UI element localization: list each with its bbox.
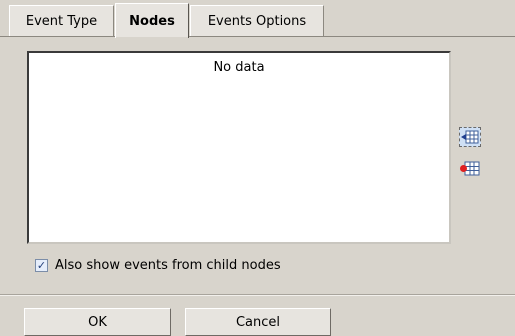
child-nodes-label: Also show events from child nodes: [55, 258, 281, 273]
no-data-message: No data: [213, 60, 265, 75]
child-nodes-option[interactable]: ✓ Also show events from child nodes: [35, 258, 281, 273]
add-node-button[interactable]: [459, 127, 481, 147]
child-nodes-checkbox[interactable]: ✓: [35, 259, 48, 272]
cancel-button[interactable]: Cancel: [185, 308, 331, 336]
ok-button[interactable]: OK: [24, 308, 171, 336]
remove-node-button[interactable]: [459, 159, 481, 179]
remove-node-icon: [460, 161, 480, 176]
tab-event-type-label: Event Type: [25, 13, 98, 29]
tab-events-options-label: Events Options: [207, 13, 307, 29]
dialog-separator-highlight: [0, 295, 515, 296]
tab-strip-baseline: [0, 36, 515, 37]
tab-strip: Event Type Nodes Events Options: [0, 0, 515, 40]
tab-event-type[interactable]: Event Type: [9, 5, 114, 36]
tab-nodes[interactable]: Nodes: [115, 3, 189, 40]
add-node-icon: [461, 130, 479, 144]
tab-nodes-label: Nodes: [129, 13, 175, 29]
tab-events-options[interactable]: Events Options: [190, 5, 324, 36]
nodes-list[interactable]: No data: [27, 51, 451, 244]
